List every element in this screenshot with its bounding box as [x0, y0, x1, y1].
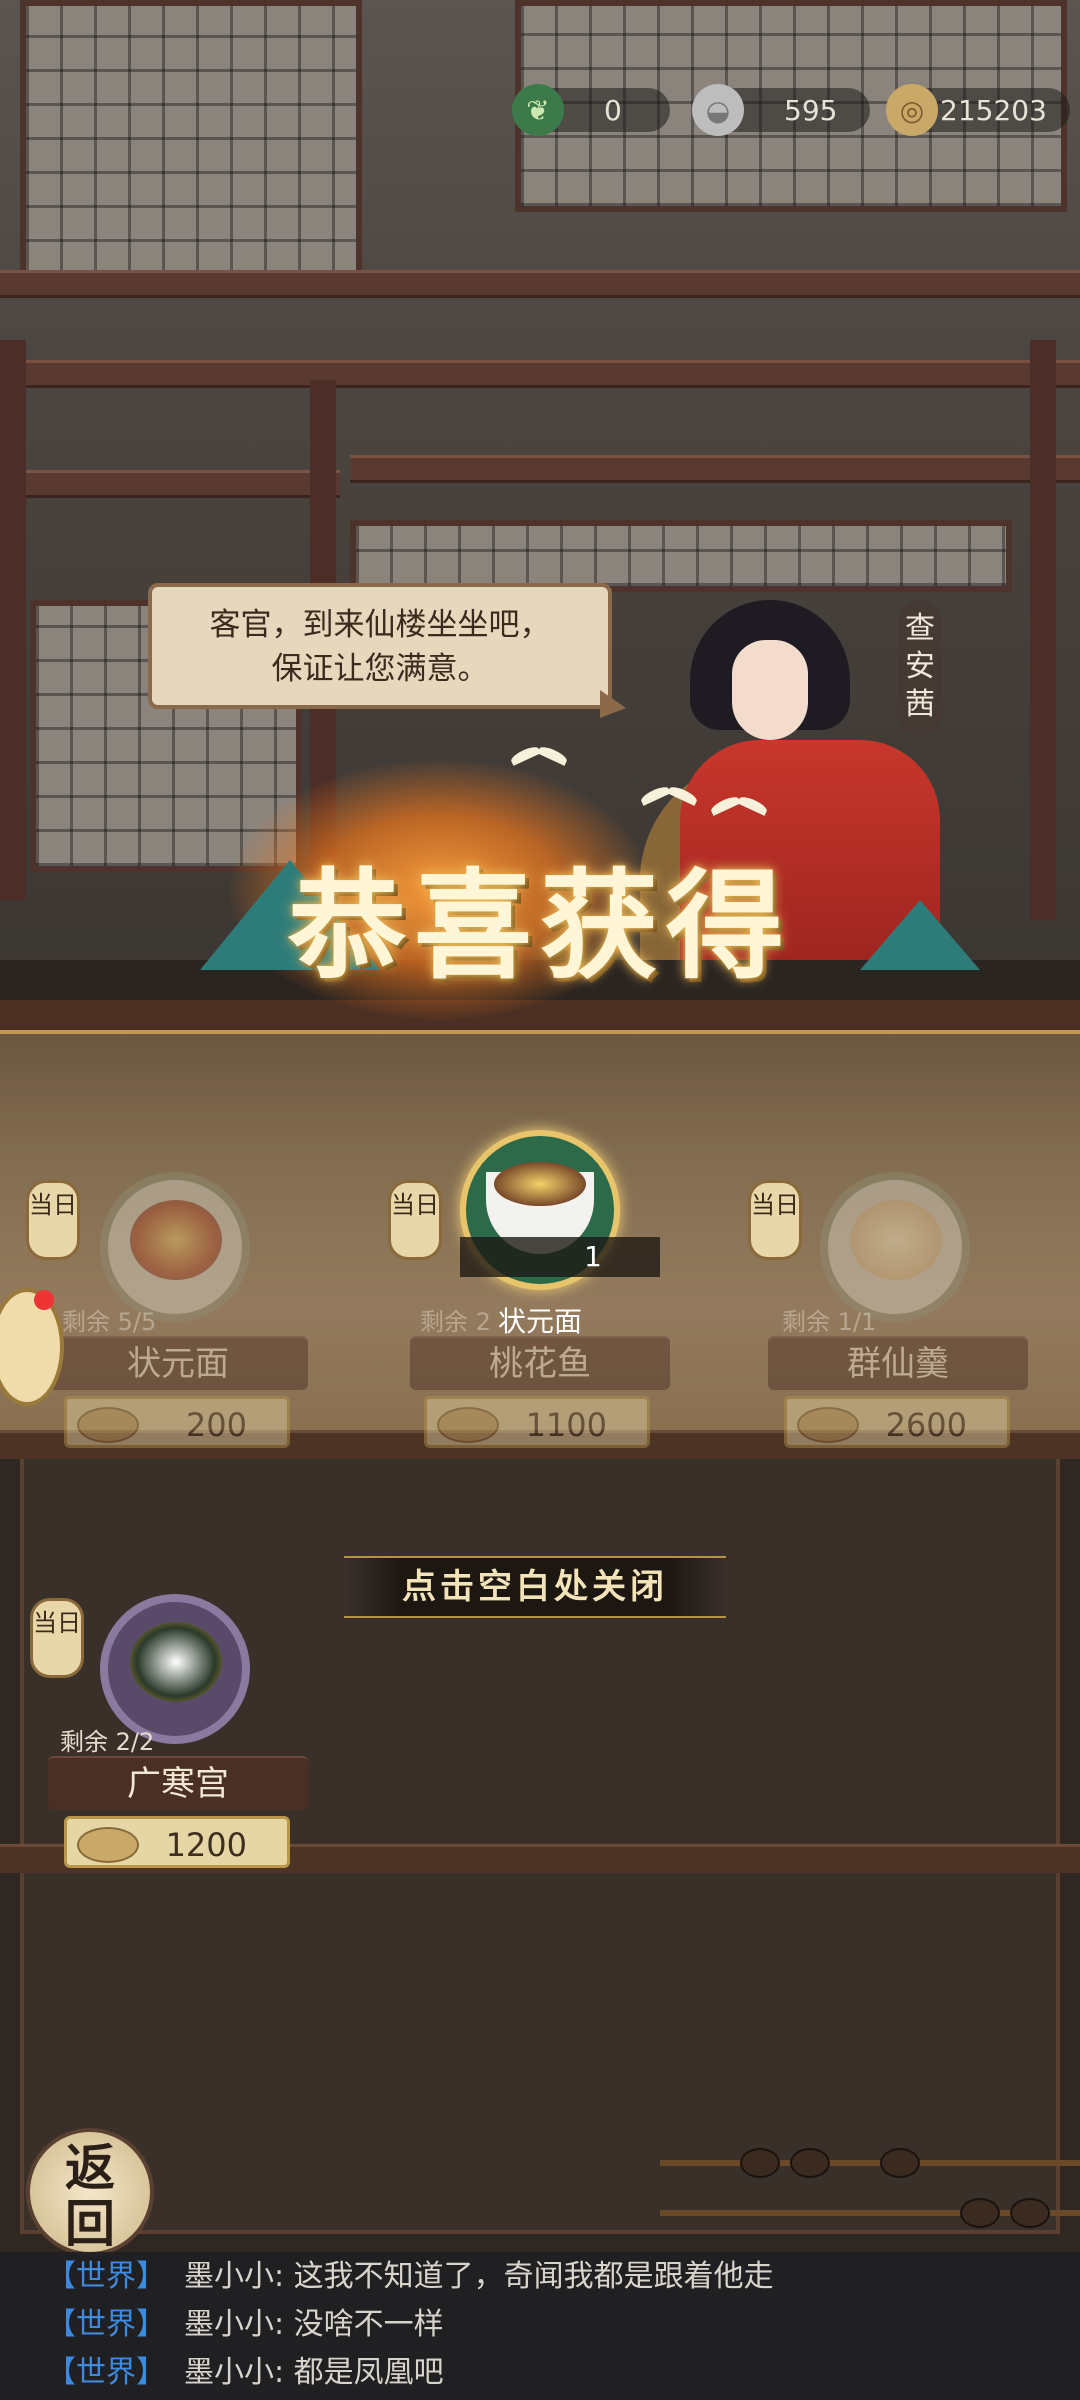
dish-name: 状元面: [48, 1336, 308, 1390]
dish-price-button[interactable]: 1100: [424, 1396, 650, 1448]
silver-ingot-icon: ◒: [692, 84, 744, 136]
jade-leaf-icon: ❦: [512, 84, 564, 136]
dish-price-button[interactable]: 200: [64, 1396, 290, 1448]
coin-icon: [77, 1827, 139, 1863]
crane-icon: [510, 740, 570, 770]
crane-icon: [640, 780, 700, 810]
npc-name: 查安茜: [898, 600, 942, 734]
shelf-frame: [0, 1000, 1080, 1034]
dish-plate-qunxian[interactable]: [820, 1172, 970, 1322]
daily-lantern-icon: 当日: [748, 1180, 802, 1260]
speech-line-2: 保证让您满意。: [271, 651, 489, 687]
crane-icon: [710, 790, 770, 820]
copper-currency[interactable]: ◎ 215203: [886, 84, 1070, 136]
coin-icon: [437, 1407, 499, 1443]
coin-icon: [797, 1407, 859, 1443]
balcony-railing: [350, 520, 1012, 592]
chat-message: 【世界】 墨小小: 没啥不一样: [46, 2307, 444, 2342]
chat-message: 【世界】 墨小小: 这我不知道了，奇闻我都是跟着他走: [46, 2259, 774, 2294]
chat-channel: 【世界】: [46, 2355, 166, 2390]
dish-remaining: 剩余 2/2: [60, 1728, 155, 1756]
abacus-decoration: [660, 2130, 1080, 2250]
npc-face: [732, 640, 808, 740]
dish-name: 群仙羹: [768, 1336, 1028, 1390]
speech-bubble-tail: [600, 690, 626, 718]
dish-remaining: 剩余 1/1: [782, 1308, 877, 1336]
dish-price-button[interactable]: 1200: [64, 1816, 290, 1868]
speech-line-1: 客官，到来仙楼坐坐吧，: [209, 607, 551, 643]
daily-lantern-icon: 当日: [388, 1180, 442, 1260]
back-button[interactable]: 返 回: [26, 2128, 154, 2256]
reward-name: 状元面: [497, 1305, 582, 1338]
daily-lantern-icon: 当日: [30, 1598, 84, 1678]
popup-title: 恭喜获得: [287, 856, 792, 995]
dish-name: 桃花鱼: [410, 1336, 670, 1390]
dish-plate-zhuangyuan[interactable]: [100, 1172, 250, 1322]
daily-lantern-icon: 当日: [26, 1180, 80, 1260]
copper-coin-icon: ◎: [886, 84, 938, 136]
tap-to-close-hint[interactable]: 点击空白处关闭: [344, 1556, 726, 1618]
lattice-window: [20, 0, 362, 282]
jade-currency[interactable]: ❦ 0: [512, 84, 670, 136]
chat-message: 【世界】 墨小小: 都是凤凰吧: [46, 2355, 444, 2390]
silver-currency[interactable]: ◒ 595: [692, 84, 870, 136]
dish-remaining: 剩余 5/5: [62, 1308, 157, 1336]
dish-price-button[interactable]: 2600: [784, 1396, 1010, 1448]
dish-name: 广寒宫: [48, 1756, 308, 1810]
chat-channel: 【世界】: [46, 2307, 166, 2342]
notification-dot-icon: [34, 1290, 54, 1310]
reward-count: 1: [460, 1237, 660, 1277]
world-chat-panel[interactable]: 【世界】 墨小小: 这我不知道了，奇闻我都是跟着他走 【世界】 墨小小: 没啥不一样…: [0, 2252, 1080, 2400]
chat-channel: 【世界】: [46, 2259, 166, 2294]
npc-speech-bubble: 客官，到来仙楼坐坐吧， 保证让您满意。: [148, 583, 612, 709]
coin-icon: [77, 1407, 139, 1443]
